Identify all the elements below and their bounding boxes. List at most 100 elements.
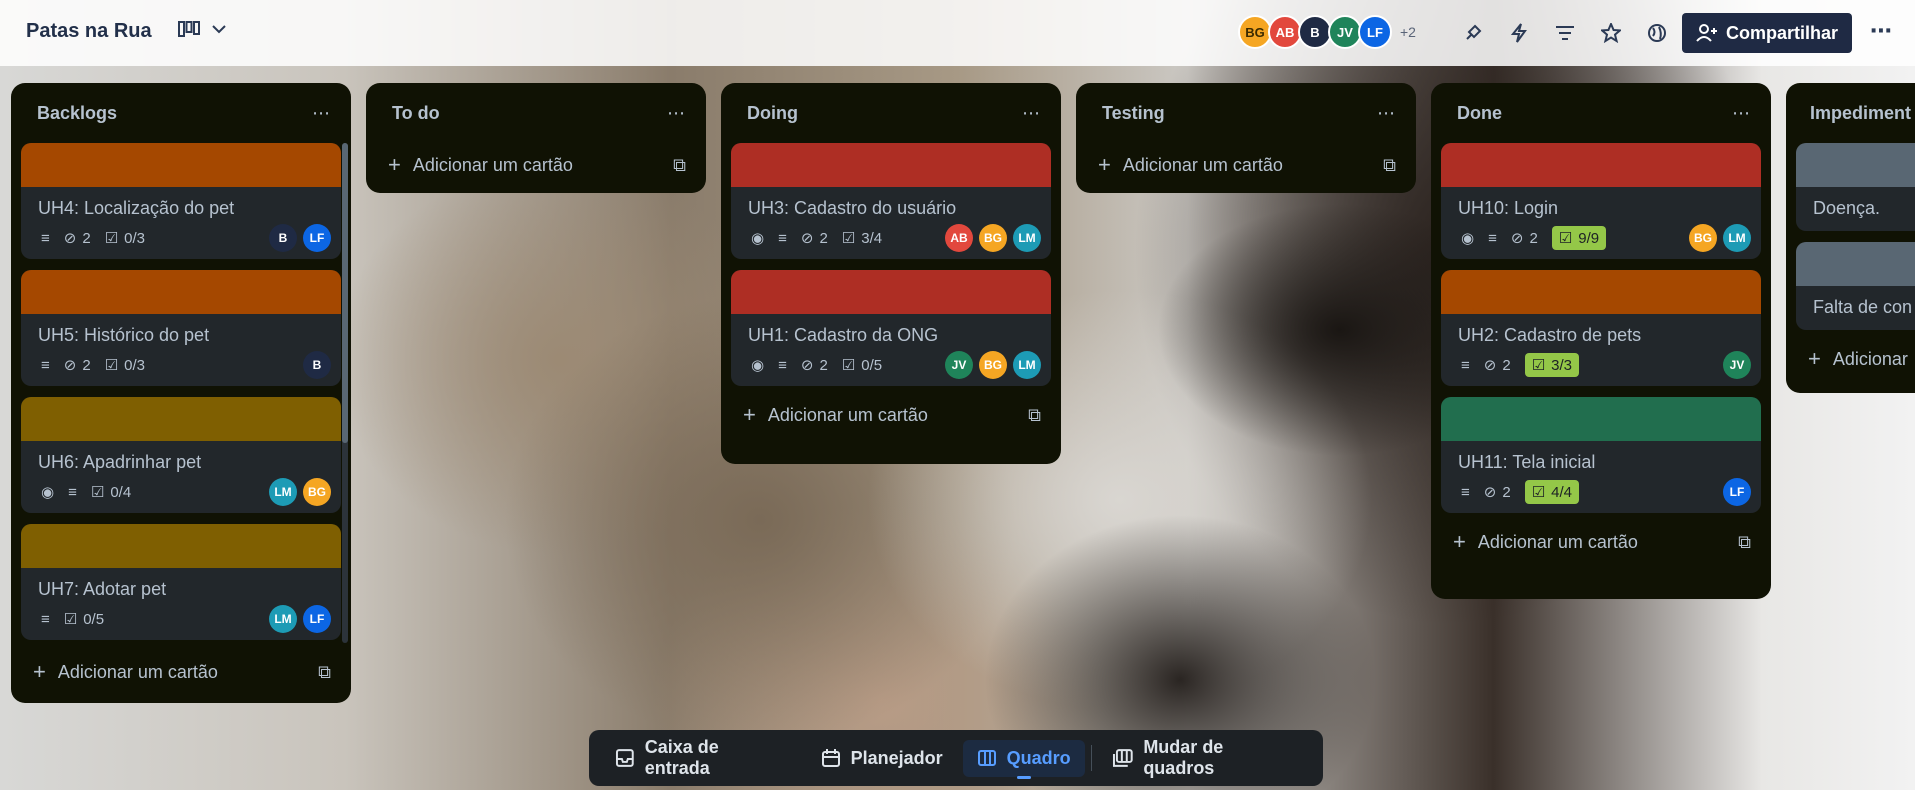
card-template-icon[interactable]: ⧉: [1738, 532, 1751, 553]
member-avatar[interactable]: BG: [1238, 15, 1272, 49]
checklist-badge: ☑ 0/4: [90, 483, 132, 502]
checklist-badge: ☑ 3/4: [841, 229, 883, 248]
board-view-switcher[interactable]: [178, 20, 226, 38]
member-avatar[interactable]: JV: [1328, 15, 1362, 49]
card-template-icon[interactable]: ⧉: [1028, 405, 1041, 426]
visibility-globe-icon[interactable]: [1644, 20, 1670, 46]
list-done: Done ⋯ UH10: Login ◉ ≡ ⊘ 2 ☑ 9/9 BG LM U…: [1431, 83, 1771, 599]
list-title[interactable]: Doing: [747, 103, 798, 124]
card-cover: [21, 397, 341, 441]
watch-eye-icon: ◉: [751, 230, 765, 247]
card[interactable]: UH1: Cadastro da ONG ◉ ≡ ⊘ 2 ☑ 0/5 JV BG…: [731, 270, 1051, 386]
card-member-avatar[interactable]: B: [303, 351, 331, 379]
member-avatar[interactable]: AB: [1268, 15, 1302, 49]
board-title[interactable]: Patas na Rua: [26, 20, 152, 43]
power-ups-icon[interactable]: [1460, 20, 1486, 46]
card-member-avatar[interactable]: BG: [979, 351, 1007, 379]
star-icon[interactable]: [1598, 20, 1624, 46]
plus-icon: +: [388, 152, 401, 177]
more-members-count[interactable]: +2: [1400, 24, 1416, 40]
board-menu-button[interactable]: ⋯: [1870, 18, 1892, 44]
list-menu-button[interactable]: ⋯: [1732, 103, 1751, 124]
card-title: UH5: Histórico do pet: [38, 325, 210, 345]
card[interactable]: UH2: Cadastro de pets ≡ ⊘ 2 ☑ 3/3 JV: [1441, 270, 1761, 386]
card-member-avatar[interactable]: LM: [1013, 224, 1041, 252]
card-cover: [1796, 143, 1915, 187]
nav-switch-boards[interactable]: Mudar de quadros: [1098, 729, 1311, 787]
nav-board[interactable]: Quadro: [962, 739, 1085, 777]
nav-divider: [1090, 745, 1092, 771]
checklist-badge: ☑ 0/5: [841, 356, 883, 375]
filter-icon[interactable]: [1552, 20, 1578, 46]
description-icon: ≡: [41, 229, 50, 247]
card[interactable]: UH11: Tela inicial ≡ ⊘ 2 ☑ 4/4 LF: [1441, 397, 1761, 513]
checklist-badge: ☑ 0/3: [104, 229, 145, 248]
add-card-button[interactable]: + Adicionar um cartão ⧉: [721, 386, 1061, 444]
card-cover: [1796, 242, 1915, 286]
attachment-badge: ⊘ 2: [800, 356, 828, 375]
description-icon: ≡: [41, 610, 50, 628]
card-member-avatar[interactable]: B: [269, 224, 297, 252]
list-title[interactable]: Done: [1457, 103, 1502, 124]
board-members[interactable]: BG AB B JV LF +2: [1238, 15, 1416, 49]
list-menu-button[interactable]: ⋯: [312, 103, 331, 124]
list-title[interactable]: Impediment: [1810, 103, 1911, 124]
card[interactable]: Doença.: [1796, 143, 1915, 231]
member-avatar[interactable]: B: [1298, 15, 1332, 49]
add-card-button[interactable]: + Adicionar um cartão ⧉: [1076, 143, 1416, 187]
description-icon: ≡: [1461, 356, 1470, 374]
add-card-button[interactable]: + Adicionar: [1786, 330, 1915, 388]
card-member-avatar[interactable]: AB: [945, 224, 973, 252]
member-avatar[interactable]: LF: [1358, 15, 1392, 49]
card-member-avatar[interactable]: LM: [269, 605, 297, 633]
card-title: UH1: Cadastro da ONG: [748, 325, 939, 345]
card[interactable]: UH4: Localização do pet ≡ ⊘ 2 ☑ 0/3 B LF: [21, 143, 341, 259]
card-template-icon[interactable]: ⧉: [318, 662, 331, 683]
share-button[interactable]: Compartilhar: [1682, 13, 1852, 53]
card-member-avatar[interactable]: JV: [945, 351, 973, 379]
list-title[interactable]: Backlogs: [37, 103, 117, 124]
card[interactable]: UH3: Cadastro do usuário ◉ ≡ ⊘ 2 ☑ 3/4 A…: [731, 143, 1051, 259]
card-template-icon[interactable]: ⧉: [1383, 155, 1396, 176]
card-member-avatar[interactable]: LF: [303, 224, 331, 252]
card[interactable]: UH10: Login ◉ ≡ ⊘ 2 ☑ 9/9 BG LM: [1441, 143, 1761, 259]
checklist-badge: ☑ 0/5: [63, 610, 105, 629]
card-member-avatar[interactable]: LF: [1723, 478, 1751, 506]
card[interactable]: UH7: Adotar pet ≡ ☑ 0/5 LM LF: [21, 524, 341, 640]
description-icon: ≡: [1461, 483, 1470, 501]
card-member-avatar[interactable]: BG: [303, 478, 331, 506]
list-title[interactable]: Testing: [1102, 103, 1165, 124]
checklist-complete-badge: ☑ 3/3: [1524, 353, 1579, 377]
add-card-button[interactable]: + Adicionar um cartão ⧉: [11, 643, 351, 701]
add-card-button[interactable]: + Adicionar um cartão ⧉: [1431, 513, 1771, 571]
card-member-avatar[interactable]: LF: [303, 605, 331, 633]
card[interactable]: Falta de con: [1796, 242, 1915, 330]
card[interactable]: UH5: Histórico do pet ≡ ⊘ 2 ☑ 0/3 B: [21, 270, 341, 386]
nav-inbox[interactable]: Caixa de entrada: [601, 729, 801, 787]
card-title: UH3: Cadastro do usuário: [748, 198, 957, 218]
watch-eye-icon: ◉: [1461, 230, 1475, 247]
card-title: UH10: Login: [1458, 198, 1559, 218]
card-member-avatar[interactable]: LM: [269, 478, 297, 506]
add-card-button[interactable]: + Adicionar um cartão ⧉: [366, 143, 706, 187]
list-menu-button[interactable]: ⋯: [1377, 103, 1396, 124]
card[interactable]: UH6: Apadrinhar pet ◉ ≡ ☑ 0/4 LM BG: [21, 397, 341, 513]
card-title: UH2: Cadastro de pets: [1458, 325, 1642, 345]
card-member-avatar[interactable]: JV: [1723, 351, 1751, 379]
card-member-avatar[interactable]: BG: [979, 224, 1007, 252]
list-menu-button[interactable]: ⋯: [1022, 103, 1041, 124]
list-menu-button[interactable]: ⋯: [667, 103, 686, 124]
card-member-avatar[interactable]: BG: [1689, 224, 1717, 252]
card-template-icon[interactable]: ⧉: [673, 155, 686, 176]
automation-icon[interactable]: [1506, 20, 1532, 46]
list-title[interactable]: To do: [392, 103, 440, 124]
list-scrollbar[interactable]: [342, 143, 348, 643]
nav-planner[interactable]: Planejador: [807, 740, 957, 777]
card-cover: [1441, 397, 1761, 441]
plus-icon: +: [1098, 152, 1111, 177]
plus-icon: +: [1808, 346, 1821, 371]
card-member-avatar[interactable]: LM: [1723, 224, 1751, 252]
card-title: UH6: Apadrinhar pet: [38, 452, 202, 472]
card-member-avatar[interactable]: LM: [1013, 351, 1041, 379]
description-icon: ≡: [41, 356, 50, 374]
